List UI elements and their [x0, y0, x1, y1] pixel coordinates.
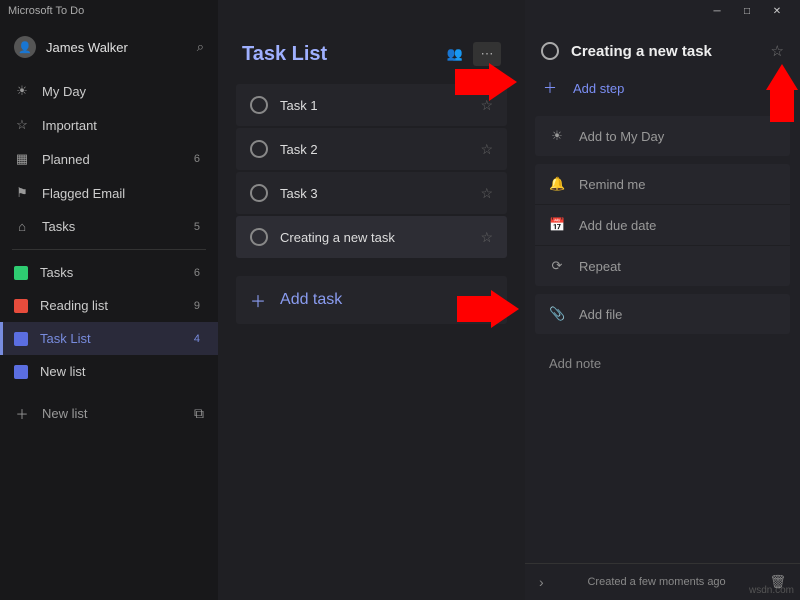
list-item-active[interactable]: Task List4: [0, 322, 218, 355]
sidebar-item-planned[interactable]: ▦Planned6: [0, 142, 218, 176]
list-item[interactable]: Reading list9: [0, 289, 218, 322]
task-checkbox[interactable]: [250, 140, 268, 158]
profile-row[interactable]: 👤 James Walker ⌕: [0, 28, 218, 66]
task-checkbox[interactable]: [541, 42, 559, 60]
avatar: 👤: [14, 36, 36, 58]
due-date-button[interactable]: 📅Add due date: [535, 204, 790, 245]
sidebar-item-tasks[interactable]: ⌂Tasks5: [0, 210, 218, 243]
person-add-icon: 👥: [447, 46, 463, 62]
sun-icon: ☀: [549, 128, 565, 144]
created-text: Created a few moments ago: [554, 576, 760, 588]
list-item[interactable]: Tasks6: [0, 256, 218, 289]
add-file-button[interactable]: 📎Add file: [535, 294, 790, 334]
calendar-icon: ▦: [14, 151, 30, 167]
task-row-selected[interactable]: Creating a new task☆: [236, 216, 507, 258]
home-icon: ⌂: [14, 219, 30, 234]
annotation-arrow: [455, 63, 517, 101]
star-icon[interactable]: ☆: [480, 185, 493, 202]
add-step-button[interactable]: ＋ Add step: [525, 70, 800, 112]
list-color-icon: [14, 365, 28, 379]
task-checkbox[interactable]: [250, 228, 268, 246]
detail-panel: Creating a new task ☆ ＋ Add step ☀Add to…: [525, 0, 800, 600]
title-bar: Microsoft To Do ─ □ ✕: [0, 0, 800, 22]
sidebar-item-myday[interactable]: ☀My Day: [0, 74, 218, 108]
window-controls: ─ □ ✕: [702, 0, 792, 22]
list-item[interactable]: New list: [0, 355, 218, 388]
detail-header: Creating a new task ☆: [525, 28, 800, 70]
sidebar: 👤 James Walker ⌕ ☀My Day ☆Important ▦Pla…: [0, 0, 218, 600]
note-input[interactable]: Add note: [535, 342, 790, 559]
sidebar-item-important[interactable]: ☆Important: [0, 108, 218, 142]
search-icon[interactable]: ⌕: [197, 39, 204, 55]
new-list-row[interactable]: ＋ New list ⧉: [0, 394, 218, 433]
hide-detail-button[interactable]: ›: [539, 574, 544, 590]
repeat-icon: ⟳: [549, 258, 565, 274]
sidebar-item-flagged[interactable]: ⚑Flagged Email: [0, 176, 218, 210]
star-icon[interactable]: ☆: [480, 229, 493, 246]
maximize-button[interactable]: □: [732, 0, 762, 22]
new-group-icon[interactable]: ⧉: [194, 405, 204, 422]
detail-title[interactable]: Creating a new task: [571, 43, 759, 60]
star-icon[interactable]: ☆: [480, 141, 493, 158]
star-icon[interactable]: ☆: [771, 42, 784, 60]
list-color-icon: [14, 332, 28, 346]
annotation-arrow: [766, 64, 798, 122]
star-icon: ☆: [14, 117, 30, 133]
watermark: wsdn.com: [749, 585, 794, 596]
app-title: Microsoft To Do: [8, 5, 702, 17]
plus-icon: ＋: [14, 404, 30, 423]
remind-me-button[interactable]: 🔔Remind me: [535, 164, 790, 204]
smart-lists: ☀My Day ☆Important ▦Planned6 ⚑Flagged Em…: [0, 74, 218, 243]
bell-icon: 🔔: [549, 176, 565, 192]
calendar-icon: 📅: [549, 217, 565, 233]
task-checkbox[interactable]: [250, 96, 268, 114]
task-list: Task 1☆ Task 2☆ Task 3☆ Creating a new t…: [218, 84, 525, 258]
add-to-myday-button[interactable]: ☀Add to My Day: [535, 116, 790, 156]
annotation-arrow: [457, 290, 519, 328]
list-color-icon: [14, 266, 28, 280]
flag-icon: ⚑: [14, 185, 30, 201]
plus-icon: ＋: [250, 288, 266, 312]
user-lists: Tasks6 Reading list9 Task List4 New list: [0, 256, 218, 388]
repeat-button[interactable]: ⟳Repeat: [535, 245, 790, 286]
close-button[interactable]: ✕: [762, 0, 792, 22]
attachment-icon: 📎: [549, 306, 565, 322]
minimize-button[interactable]: ─: [702, 0, 732, 22]
sun-icon: ☀: [14, 83, 30, 99]
task-row[interactable]: Task 2☆: [236, 128, 507, 170]
list-title: Task List: [242, 43, 441, 66]
list-color-icon: [14, 299, 28, 313]
task-checkbox[interactable]: [250, 184, 268, 202]
divider: [12, 249, 206, 250]
profile-name: James Walker: [46, 40, 187, 55]
plus-icon: ＋: [541, 78, 559, 98]
task-row[interactable]: Task 3☆: [236, 172, 507, 214]
more-icon: ⋯: [481, 46, 494, 62]
